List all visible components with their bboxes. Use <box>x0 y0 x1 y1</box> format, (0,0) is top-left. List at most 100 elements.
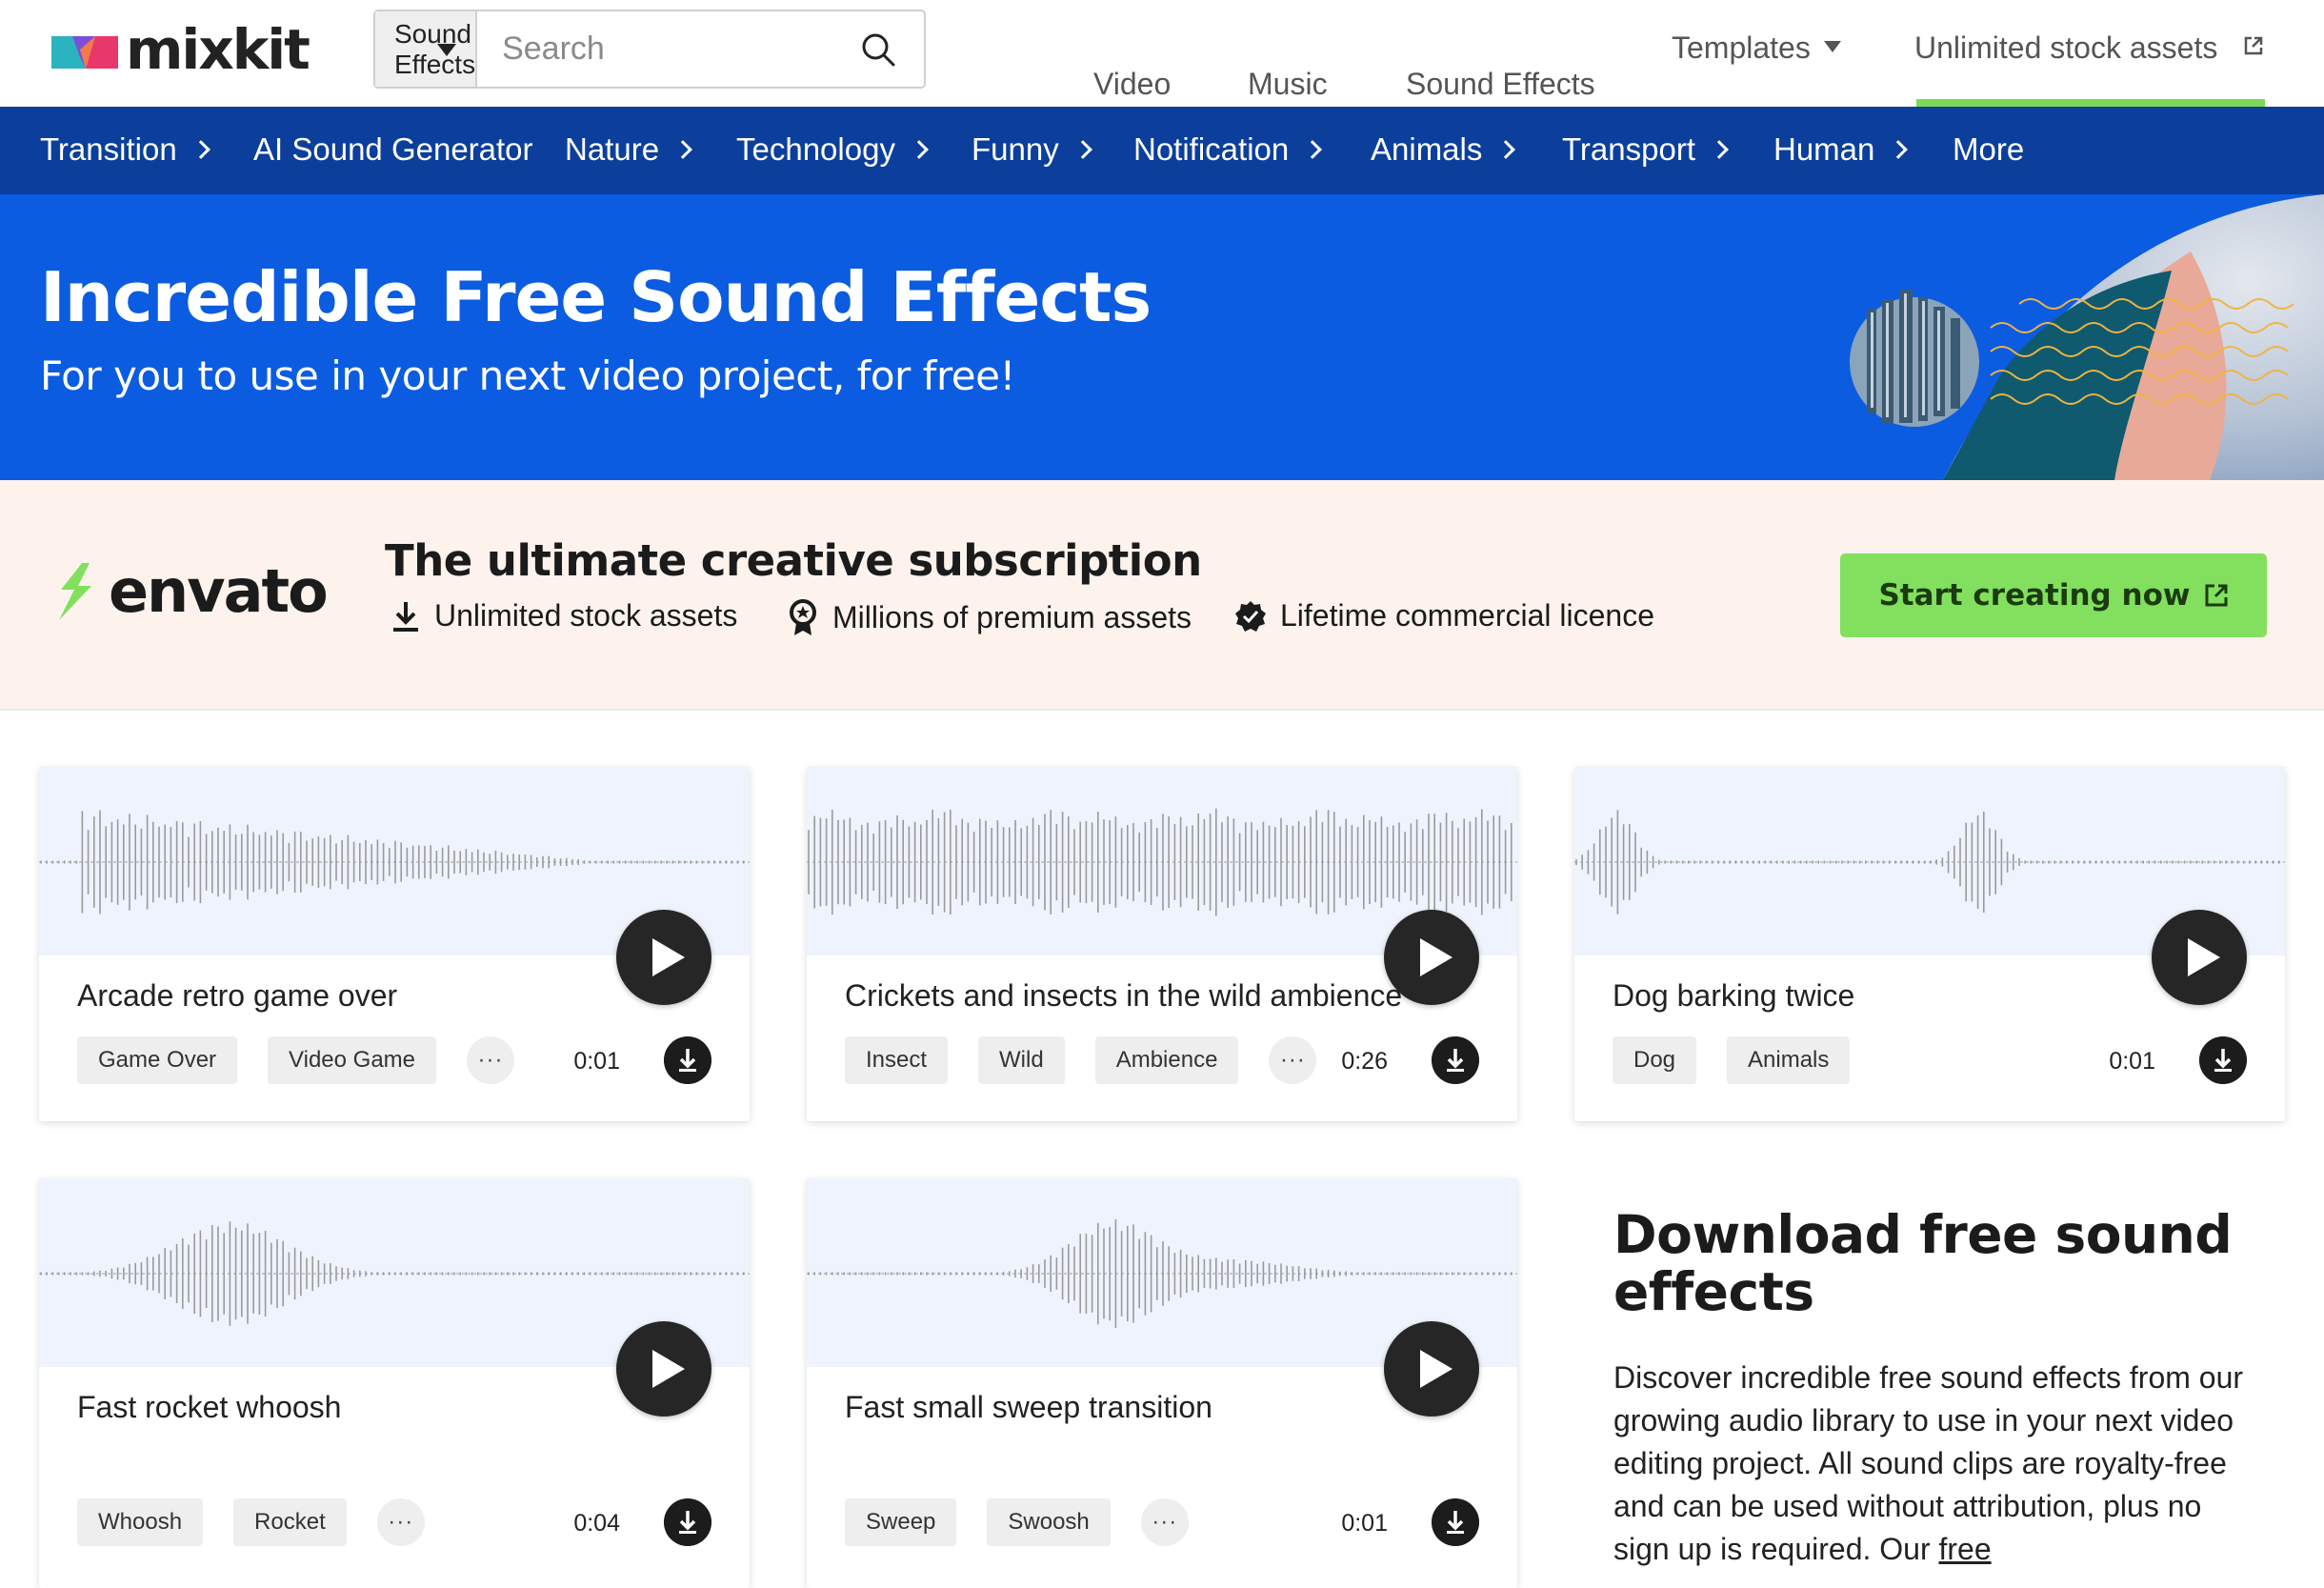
envato-leaf-icon <box>59 562 91 620</box>
category-transition[interactable]: Transition <box>40 131 210 168</box>
category-animals[interactable]: Animals <box>1371 131 1516 168</box>
more-tags-button[interactable]: ··· <box>1140 1498 1189 1546</box>
play-button[interactable] <box>616 1321 711 1417</box>
tag[interactable]: Insect <box>845 1036 949 1084</box>
download-icon <box>393 601 418 632</box>
tag[interactable]: Swoosh <box>987 1498 1111 1546</box>
category-label: Funny <box>972 131 1059 167</box>
search-bar: Sound Effects <box>373 10 926 89</box>
chevron-right-icon <box>1496 140 1516 159</box>
chevron-right-icon <box>1889 140 1909 159</box>
category-label: Animals <box>1371 131 1483 167</box>
award-icon <box>790 599 816 635</box>
tag[interactable]: Whoosh <box>77 1498 204 1546</box>
tag[interactable]: Animals <box>1727 1036 1851 1084</box>
sound-card[interactable]: Fast rocket whoosh Whoosh Rocket ··· 0:0… <box>39 1178 750 1588</box>
envato-banner: envato The ultimate creative subscriptio… <box>0 480 2324 709</box>
sound-title[interactable]: Arcade retro game over <box>77 978 397 1014</box>
tag[interactable]: Video Game <box>268 1036 437 1084</box>
nav-unlimited-stock-assets[interactable]: Unlimited stock assets <box>1914 30 2264 66</box>
sound-title[interactable]: Fast small sweep transition <box>845 1390 1212 1425</box>
feature-premium: Millions of premium assets <box>787 598 1192 636</box>
feature-label: Unlimited stock assets <box>434 598 738 633</box>
tag[interactable]: Sweep <box>845 1498 957 1546</box>
sound-card[interactable]: Dog barking twice Dog Animals 0:01 <box>1574 767 2285 1121</box>
duration: 0:26 <box>1341 1048 1388 1075</box>
download-button[interactable] <box>1432 1036 1479 1084</box>
category-label: Notification <box>1133 131 1290 167</box>
tag-list: Insect Wild Ambience ··· <box>845 1036 1317 1084</box>
chevron-right-icon <box>1710 140 1729 159</box>
category-ai-sound-generator[interactable]: AI Sound Generator <box>253 131 533 168</box>
category-label: Transport <box>1562 131 1695 167</box>
active-nav-underline <box>1916 99 2265 107</box>
mixkit-logo[interactable]: mixkit <box>51 17 311 82</box>
side-title: Download free sound effects <box>1613 1204 2233 1322</box>
nav-templates[interactable]: Templates <box>1672 30 1841 66</box>
download-button[interactable] <box>664 1036 711 1084</box>
tag[interactable]: Wild <box>978 1036 1065 1084</box>
free-link[interactable]: free <box>1939 1532 1992 1566</box>
sound-card[interactable]: Fast small sweep transition Sweep Swoosh… <box>807 1178 1517 1588</box>
feature-label: Millions of premium assets <box>832 599 1192 634</box>
category-label: Transition <box>40 131 177 167</box>
category-notification[interactable]: Notification <box>1133 131 1323 168</box>
verified-badge-icon <box>1235 600 1266 632</box>
sound-title[interactable]: Crickets and insects in the wild ambienc… <box>845 978 1402 1014</box>
download-button[interactable] <box>664 1498 711 1546</box>
category-label: AI Sound Generator <box>253 131 533 167</box>
top-header: mixkit Sound Effects Video Music Sound E… <box>0 0 2324 107</box>
category-transport[interactable]: Transport <box>1562 131 1729 168</box>
feature-unlimited: Unlimited stock assets <box>391 598 737 633</box>
category-label: Technology <box>736 131 895 167</box>
caret-down-icon <box>437 44 457 56</box>
duration: 0:04 <box>573 1510 620 1537</box>
more-tags-button[interactable]: ··· <box>467 1036 515 1084</box>
download-button[interactable] <box>1432 1498 1479 1546</box>
envato-logo[interactable]: envato <box>53 556 329 626</box>
search-category-select[interactable]: Sound Effects <box>375 11 478 87</box>
category-human[interactable]: Human <box>1773 131 1909 168</box>
category-more[interactable]: More <box>1953 131 2024 168</box>
search-input[interactable] <box>477 11 925 87</box>
side-body: Discover incredible free sound effects f… <box>1613 1357 2261 1571</box>
category-funny[interactable]: Funny <box>972 131 1092 168</box>
category-label: Nature <box>565 131 660 167</box>
tag[interactable]: Dog <box>1613 1036 1697 1084</box>
category-bar: Transition AI Sound Generator Nature Tec… <box>0 107 2324 194</box>
logo-text: mixkit <box>126 17 311 82</box>
play-button[interactable] <box>2152 910 2247 1005</box>
sound-title[interactable]: Fast rocket whoosh <box>77 1390 341 1425</box>
chevron-right-icon <box>910 140 929 159</box>
more-tags-button[interactable]: ··· <box>1269 1036 1317 1084</box>
external-link-icon <box>2205 584 2228 607</box>
tag-list: Dog Animals <box>1613 1036 1880 1084</box>
tag[interactable]: Rocket <box>233 1498 347 1546</box>
download-button[interactable] <box>2199 1036 2247 1084</box>
cta-label: Start creating now <box>1878 578 2191 613</box>
envato-logo-text: envato <box>109 556 329 626</box>
duration: 0:01 <box>1341 1510 1388 1537</box>
hero-banner: Incredible Free Sound Effects For you to… <box>0 194 2324 480</box>
category-technology[interactable]: Technology <box>736 131 929 168</box>
search-icon[interactable] <box>861 32 895 67</box>
category-label: Human <box>1773 131 1875 167</box>
tag[interactable]: Ambience <box>1094 1036 1239 1084</box>
hero-subtitle: For you to use in your next video projec… <box>40 352 1015 399</box>
nav-unlimited-label: Unlimited stock assets <box>1914 30 2218 65</box>
chevron-right-icon <box>673 140 692 159</box>
section-divider <box>0 709 2324 711</box>
envato-title: The ultimate creative subscription <box>385 535 1202 586</box>
tag[interactable]: Game Over <box>77 1036 238 1084</box>
start-creating-button[interactable]: Start creating now <box>1840 553 2267 637</box>
sound-title[interactable]: Dog barking twice <box>1613 978 1854 1014</box>
more-tags-button[interactable]: ··· <box>376 1498 425 1546</box>
hero-title: Incredible Free Sound Effects <box>40 257 1152 337</box>
category-nature[interactable]: Nature <box>565 131 692 168</box>
sound-card[interactable]: Crickets and insects in the wild ambienc… <box>807 767 1517 1121</box>
chevron-right-icon <box>1303 140 1323 159</box>
play-button[interactable] <box>616 910 711 1005</box>
sound-card[interactable]: Arcade retro game over Game Over Video G… <box>39 767 750 1121</box>
play-button[interactable] <box>1384 1321 1479 1417</box>
duration: 0:01 <box>2109 1048 2155 1075</box>
